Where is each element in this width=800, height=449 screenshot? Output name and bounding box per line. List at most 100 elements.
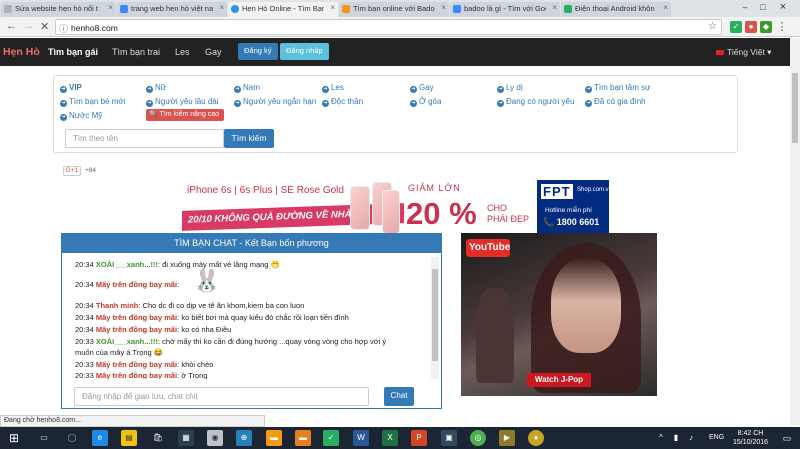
excel-icon[interactable]: X bbox=[382, 430, 398, 446]
filter-male[interactable]: ➜ Nam bbox=[234, 83, 260, 93]
phone-number: 📞 1800 6601 bbox=[543, 217, 600, 227]
chat-send-button[interactable]: Chat bbox=[384, 387, 414, 406]
site-logo[interactable]: Hẹn Hò bbox=[3, 46, 40, 58]
url-text: henho8.com bbox=[71, 23, 118, 33]
filter-new-friends[interactable]: ➜ Tìm bạn bè mới bbox=[60, 97, 125, 107]
network-icon[interactable]: ▮ bbox=[670, 430, 682, 446]
app-icon[interactable]: ● bbox=[528, 430, 544, 446]
filter-widowed[interactable]: ➜ Ở góa bbox=[410, 97, 441, 107]
minimize-icon[interactable]: – bbox=[738, 0, 752, 14]
clock[interactable]: 8:42 CH 15/10/2016 bbox=[733, 429, 768, 447]
edge-icon[interactable]: e bbox=[92, 430, 108, 446]
chrome-icon[interactable]: ◎ bbox=[470, 430, 486, 446]
forward-icon[interactable]: → bbox=[23, 20, 34, 32]
menu-icon[interactable]: ⋮ bbox=[776, 21, 788, 33]
volume-icon[interactable]: ♪ bbox=[685, 430, 697, 446]
notification-icon[interactable]: ▭ bbox=[780, 430, 794, 446]
close-tab-icon[interactable]: × bbox=[219, 3, 224, 12]
search-input[interactable]: Tìm theo tên bbox=[65, 129, 224, 148]
arrow-right-icon: ➜ bbox=[60, 100, 67, 107]
advanced-search-button[interactable]: 🔍 Tìm kiếm nâng cao bbox=[146, 109, 224, 121]
nav-find-boyfriend[interactable]: Tìm bạn trai bbox=[112, 47, 160, 57]
filter-vip[interactable]: ➜ VIP bbox=[60, 83, 82, 93]
extension-icon[interactable]: ● bbox=[745, 21, 757, 33]
filter-short-term[interactable]: ➜ Người yêu ngắn hạn bbox=[234, 97, 316, 107]
filter-gay[interactable]: ➜ Gay bbox=[410, 83, 434, 93]
arrow-right-icon: ➜ bbox=[410, 86, 417, 93]
ad-headline: iPhone 6s | 6s Plus | SE Rose Gold bbox=[187, 185, 344, 196]
app-icon[interactable]: ◉ bbox=[207, 430, 223, 446]
new-tab-button[interactable] bbox=[672, 2, 690, 17]
chat-input[interactable]: Đăng nhập để giao lưu, chat chit bbox=[74, 387, 369, 406]
search-icon[interactable]: ◯ bbox=[64, 430, 80, 446]
arrow-right-icon: ➜ bbox=[146, 86, 153, 93]
filter-in-relationship[interactable]: ➜ Đang có người yêu bbox=[497, 97, 574, 107]
store-icon[interactable]: 🛍 bbox=[150, 430, 166, 446]
close-tab-icon[interactable]: × bbox=[108, 3, 113, 12]
extension-icon[interactable]: ✓ bbox=[730, 21, 742, 33]
word-icon[interactable]: W bbox=[353, 430, 369, 446]
powerpoint-icon[interactable]: P bbox=[411, 430, 427, 446]
filter-long-term[interactable]: ➜ Người yêu lâu dài bbox=[146, 97, 219, 107]
page-scrollbar[interactable] bbox=[790, 38, 800, 426]
filter-single[interactable]: ➜ Độc thân bbox=[322, 97, 363, 107]
tray-chevron-icon[interactable]: ^ bbox=[655, 430, 667, 446]
close-tab-icon[interactable]: × bbox=[552, 3, 557, 12]
login-button[interactable]: Đăng nhập bbox=[280, 43, 329, 60]
chat-scrollbar[interactable] bbox=[431, 257, 439, 379]
url-input[interactable]: ⓘ henho8.com ☆ bbox=[55, 19, 722, 35]
close-tab-icon[interactable]: × bbox=[441, 3, 446, 12]
filter-confide[interactable]: ➜ Tìm bạn tâm sự bbox=[585, 83, 650, 93]
bookmark-star-icon[interactable]: ☆ bbox=[708, 21, 717, 32]
app-icon[interactable]: ▣ bbox=[441, 430, 457, 446]
app-icon[interactable]: ▶ bbox=[499, 430, 515, 446]
nav-find-girlfriend[interactable]: Tìm bạn gái bbox=[48, 47, 98, 57]
page-info-icon[interactable]: ⓘ bbox=[59, 22, 68, 35]
scrollbar-thumb[interactable] bbox=[792, 73, 798, 143]
app-icon[interactable]: ✓ bbox=[323, 430, 339, 446]
tab-title: badoo là gì - Tìm với Goo bbox=[464, 4, 546, 13]
browser-tab-active[interactable]: Hẹn Hò Online - Tìm Bạn × bbox=[228, 2, 338, 17]
register-button[interactable]: Đăng ký bbox=[238, 43, 278, 60]
folder-icon[interactable]: ▬ bbox=[266, 430, 282, 446]
browser-tab[interactable]: Tìm bạn online với Badoo × bbox=[339, 2, 449, 17]
arrow-right-icon: ➜ bbox=[410, 100, 417, 107]
close-window-icon[interactable]: × bbox=[776, 0, 790, 14]
watch-jpop-button[interactable]: Watch J-Pop bbox=[527, 373, 591, 387]
task-view-icon[interactable]: ▭ bbox=[36, 430, 52, 446]
chat-messages: 20:34 XOÀI___xanh...!!!: đi xuống mày mấ… bbox=[62, 257, 431, 379]
filter-married[interactable]: ➜ Đã có gia đình bbox=[585, 97, 646, 107]
filter-divorced[interactable]: ➜ Ly dị bbox=[497, 83, 523, 93]
stop-icon[interactable]: ✕ bbox=[40, 20, 49, 33]
filter-female[interactable]: ➜ Nữ bbox=[146, 83, 166, 93]
input-language[interactable]: ENG bbox=[709, 434, 724, 441]
windows-start-icon[interactable]: ⊞ bbox=[6, 430, 22, 446]
scrollbar-thumb[interactable] bbox=[432, 269, 438, 361]
filter-les[interactable]: ➜ Les bbox=[322, 83, 344, 93]
browser-tab[interactable]: Điện thoại Android khôn × bbox=[561, 2, 671, 17]
nav-les[interactable]: Les bbox=[175, 47, 190, 57]
filter-usa[interactable]: ➜ Nước Mỹ bbox=[60, 111, 102, 121]
extension-icon[interactable]: ◆ bbox=[760, 21, 772, 33]
search-button[interactable]: Tìm kiếm bbox=[224, 129, 274, 148]
maximize-icon[interactable]: □ bbox=[756, 0, 770, 14]
language-dropdown[interactable]: Tiếng Việt ▾ bbox=[727, 47, 771, 58]
app-icon[interactable]: ▦ bbox=[178, 430, 194, 446]
nav-gay[interactable]: Gay bbox=[205, 47, 222, 57]
folder-icon[interactable]: ▬ bbox=[295, 430, 311, 446]
arrow-right-icon: ➜ bbox=[234, 86, 241, 93]
app-icon[interactable]: ⊕ bbox=[236, 430, 252, 446]
language-label: Tiếng Việt bbox=[727, 47, 765, 57]
banner-ad[interactable]: iPhone 6s | 6s Plus | SE Rose Gold 20/10… bbox=[182, 180, 612, 234]
close-tab-icon[interactable]: × bbox=[330, 3, 335, 12]
back-icon[interactable]: ← bbox=[6, 20, 17, 32]
video-ad[interactable]: YouTube Watch J-Pop bbox=[461, 233, 657, 396]
browser-tab[interactable]: badoo là gì - Tìm với Goo × bbox=[450, 2, 560, 17]
close-tab-icon[interactable]: × bbox=[663, 3, 668, 12]
gplus-button[interactable]: G+1 bbox=[63, 166, 81, 176]
chat-message: 20:33 Mây trên đồng bay mãi: khỏi chèo bbox=[75, 360, 214, 369]
chat-message: 20:33 Mây trên đồng bay mãi: ờ Trọng bbox=[75, 371, 208, 379]
browser-tab[interactable]: Sửa website hẹn hò nổi t × bbox=[1, 2, 116, 17]
file-explorer-icon[interactable]: ▤ bbox=[121, 430, 137, 446]
browser-tab[interactable]: trang web hen hò việt na × bbox=[117, 2, 227, 17]
